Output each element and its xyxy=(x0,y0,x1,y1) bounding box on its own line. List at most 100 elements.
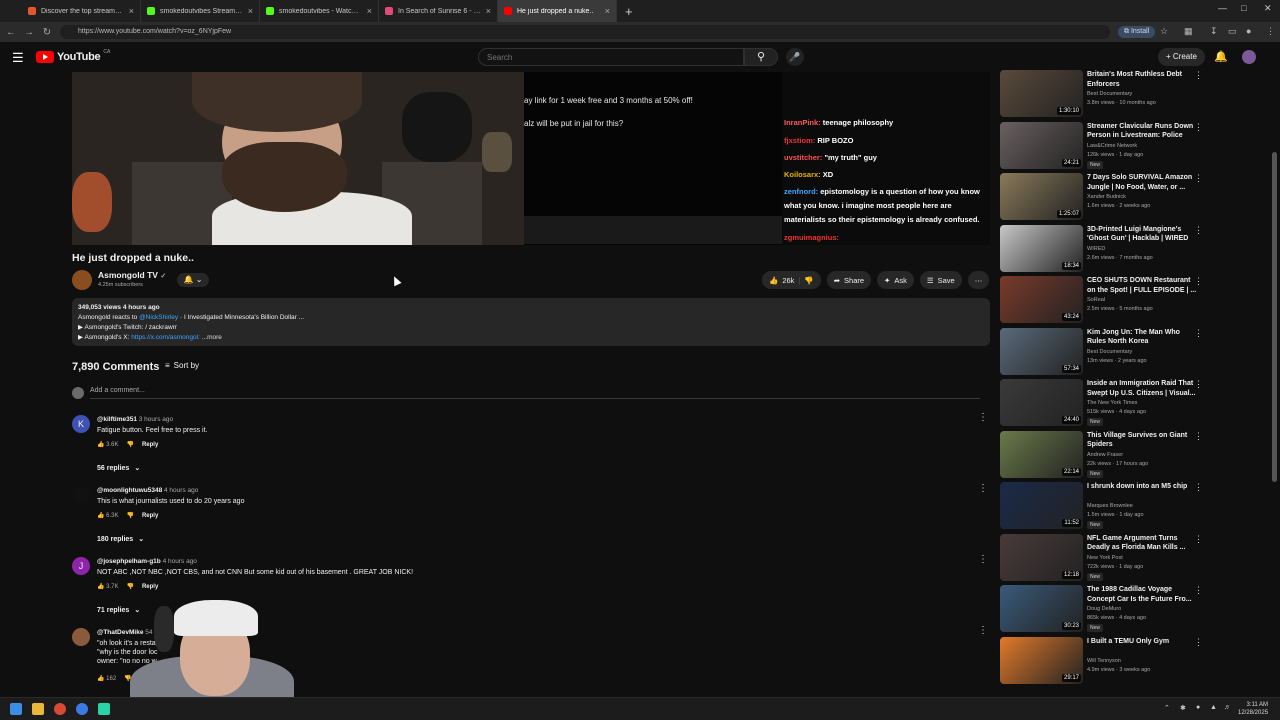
reload-icon[interactable]: ↻ xyxy=(38,27,56,38)
mention-link[interactable]: @NickShirley xyxy=(139,314,178,321)
related-video-item[interactable]: 30:23 The 1988 Cadillac Voyage Concept Ca… xyxy=(1000,583,1270,633)
related-channel-name[interactable]: New York Post xyxy=(1087,555,1123,561)
voice-search-button[interactable]: 🎤 xyxy=(786,48,804,66)
file-explorer-icon[interactable] xyxy=(32,703,44,715)
search-button[interactable]: ⚲ xyxy=(744,48,778,66)
x-link[interactable]: https://x.com/asmongol: xyxy=(131,334,200,341)
windows-start-icon[interactable] xyxy=(10,703,22,715)
video-thumbnail[interactable]: 57:34 xyxy=(1000,327,1083,375)
related-video-item[interactable]: 1:25:07 7 Days Solo SURVIVAL Amazon Jungl… xyxy=(1000,171,1270,221)
youtube-logo[interactable]: YouTube CA xyxy=(36,49,110,63)
comment-menu-icon[interactable]: ⋮ xyxy=(978,625,988,636)
new-tab-button[interactable]: + xyxy=(625,4,633,19)
video-thumbnail[interactable]: 18:34 xyxy=(1000,224,1083,272)
commenter-avatar[interactable]: K xyxy=(72,415,90,433)
tab-close-icon[interactable]: × xyxy=(248,6,253,16)
video-thumbnail[interactable]: 24:21 xyxy=(1000,121,1083,169)
related-video-title[interactable]: NFL Game Argument Turns Deadly as Florid… xyxy=(1087,534,1199,553)
video-menu-icon[interactable]: ⋮ xyxy=(1194,225,1203,236)
related-channel-name[interactable]: Will Tennyson xyxy=(1087,658,1121,664)
install-button[interactable]: ⧉ Install xyxy=(1118,26,1156,38)
more-actions-button[interactable]: ⋯ xyxy=(967,271,990,289)
related-video-item[interactable]: 11:52 I shrunk down into an M5 chip Marque… xyxy=(1000,480,1270,530)
system-clock[interactable]: 3:11 AM 12/28/2025 xyxy=(1238,701,1268,717)
related-channel-name[interactable]: Best Documentary xyxy=(1087,91,1132,97)
video-menu-icon[interactable]: ⋮ xyxy=(1194,482,1203,493)
thumbs-down-icon[interactable]: 👎 xyxy=(804,276,813,285)
related-video-title[interactable]: Inside an Immigration Raid That Swept Up… xyxy=(1087,379,1199,398)
tab-close-icon[interactable]: × xyxy=(367,6,372,16)
comment-menu-icon[interactable]: ⋮ xyxy=(978,554,988,565)
related-video-title[interactable]: 3D-Printed Luigi Mangione's 'Ghost Gun' … xyxy=(1087,225,1199,244)
comment-like-button[interactable]: 👍 3.6K xyxy=(97,441,118,448)
tab-close-icon[interactable]: × xyxy=(129,6,134,16)
video-menu-icon[interactable]: ⋮ xyxy=(1194,276,1203,287)
related-video-item[interactable]: 24:40 Inside an Immigration Raid That Swe… xyxy=(1000,377,1270,427)
account-avatar[interactable] xyxy=(1242,50,1256,64)
tab-close-icon[interactable]: × xyxy=(605,6,610,16)
comment-menu-icon[interactable]: ⋮ xyxy=(978,483,988,494)
url-field[interactable]: https://www.youtube.com/watch?v=oz_6NYjp… xyxy=(60,25,1110,39)
more-link[interactable]: ...more xyxy=(202,334,222,341)
reply-button[interactable]: Reply xyxy=(142,513,158,519)
reply-button[interactable]: Reply xyxy=(142,442,158,448)
description-box[interactable]: 349,053 views 4 hours ago Asmongold reac… xyxy=(72,298,990,346)
channel-name[interactable]: Asmongold TV ✓ xyxy=(98,270,166,280)
search-input[interactable] xyxy=(478,48,744,66)
video-thumbnail[interactable]: 30:23 xyxy=(1000,585,1083,632)
commenter-avatar[interactable] xyxy=(72,486,90,504)
related-video-title[interactable]: Kim Jong Un: The Man Who Rules North Kor… xyxy=(1087,328,1199,347)
related-channel-name[interactable]: WIRED xyxy=(1087,246,1105,252)
related-channel-name[interactable]: Best Documentary xyxy=(1087,349,1132,355)
browser-tab[interactable]: Discover the top streamed mu × xyxy=(22,0,141,22)
video-thumbnail[interactable]: 1:30:10 xyxy=(1000,70,1083,117)
video-menu-icon[interactable]: ⋮ xyxy=(1194,122,1203,133)
thumbs-down-icon[interactable]: 👎 xyxy=(126,583,133,590)
subscription-bell-button[interactable]: 🔔 ⌄ xyxy=(177,273,209,287)
thumbs-down-icon[interactable]: 👎 xyxy=(126,512,133,519)
related-video-item[interactable]: 57:34 Kim Jong Un: The Man Who Rules Nort… xyxy=(1000,326,1270,376)
share-button[interactable]: ➦ Share xyxy=(826,271,872,289)
video-menu-icon[interactable]: ⋮ xyxy=(1194,534,1203,545)
download-icon[interactable]: ↧ xyxy=(1210,26,1218,37)
browser-tab[interactable]: smokedoutvibes Stream - Watc × xyxy=(141,0,260,22)
browser-tab[interactable]: smokedoutvibes - Watch clips × xyxy=(260,0,379,22)
related-channel-name[interactable]: Law&Crime Network xyxy=(1087,143,1137,149)
related-video-title[interactable]: The 1988 Cadillac Voyage Concept Car Is … xyxy=(1087,585,1199,604)
related-video-item[interactable]: 22:14 This Village Survives on Giant Spid… xyxy=(1000,429,1270,479)
create-button[interactable]: + Create xyxy=(1158,48,1205,66)
bookmark-star-icon[interactable]: ☆ xyxy=(1160,26,1168,37)
extensions-icon[interactable]: ▦ xyxy=(1184,26,1193,37)
thumbs-down-icon[interactable]: 👎 xyxy=(126,441,133,448)
tab-close-icon[interactable]: × xyxy=(486,6,491,16)
bluetooth-icon[interactable]: ✱ xyxy=(1180,704,1186,712)
minimize-icon[interactable]: — xyxy=(1218,3,1227,13)
related-channel-name[interactable]: Andrew Fraser xyxy=(1087,452,1123,458)
related-video-title[interactable]: Britain's Most Ruthless Debt Enforcers xyxy=(1087,70,1199,89)
notifications-bell-icon[interactable]: 🔔 xyxy=(1214,50,1228,63)
video-thumbnail[interactable]: 43:24 xyxy=(1000,276,1083,323)
close-window-icon[interactable]: ✕ xyxy=(1264,3,1272,14)
like-button[interactable]: 👍 26k | 👎 xyxy=(762,271,821,289)
mic-tray-icon[interactable]: ● xyxy=(1196,704,1200,711)
video-thumbnail[interactable]: 12:18 xyxy=(1000,533,1083,581)
video-menu-icon[interactable]: ⋮ xyxy=(1194,173,1203,184)
related-video-title[interactable]: I shrunk down into an M5 chip xyxy=(1087,482,1199,492)
view-replies-button[interactable]: 180 replies ⌄ xyxy=(97,535,144,543)
related-video-item[interactable]: 43:24 CEO SHUTS DOWN Restaurant on the Sp… xyxy=(1000,274,1270,324)
related-video-item[interactable]: 1:30:10 Britain's Most Ruthless Debt Enfo… xyxy=(1000,68,1270,118)
related-channel-name[interactable]: The New York Times xyxy=(1087,400,1137,406)
video-thumbnail[interactable]: 11:52 xyxy=(1000,482,1083,529)
back-icon[interactable]: ← xyxy=(2,27,20,38)
channel-avatar[interactable] xyxy=(72,270,92,290)
video-menu-icon[interactable]: ⋮ xyxy=(1194,379,1203,390)
comment-like-button[interactable]: 👍 3.7K xyxy=(97,583,118,590)
video-menu-icon[interactable]: ⋮ xyxy=(1194,431,1203,442)
page-scrollbar[interactable] xyxy=(1272,152,1277,482)
chrome-icon[interactable] xyxy=(54,703,66,715)
reply-button[interactable]: Reply xyxy=(142,584,158,590)
related-channel-name[interactable]: SoReal xyxy=(1087,297,1105,303)
comment-author[interactable]: @kilftime351 3 hours ago xyxy=(97,416,173,423)
related-channel-name[interactable]: Marques Brownlee xyxy=(1087,503,1133,509)
maximize-icon[interactable]: □ xyxy=(1241,3,1246,13)
